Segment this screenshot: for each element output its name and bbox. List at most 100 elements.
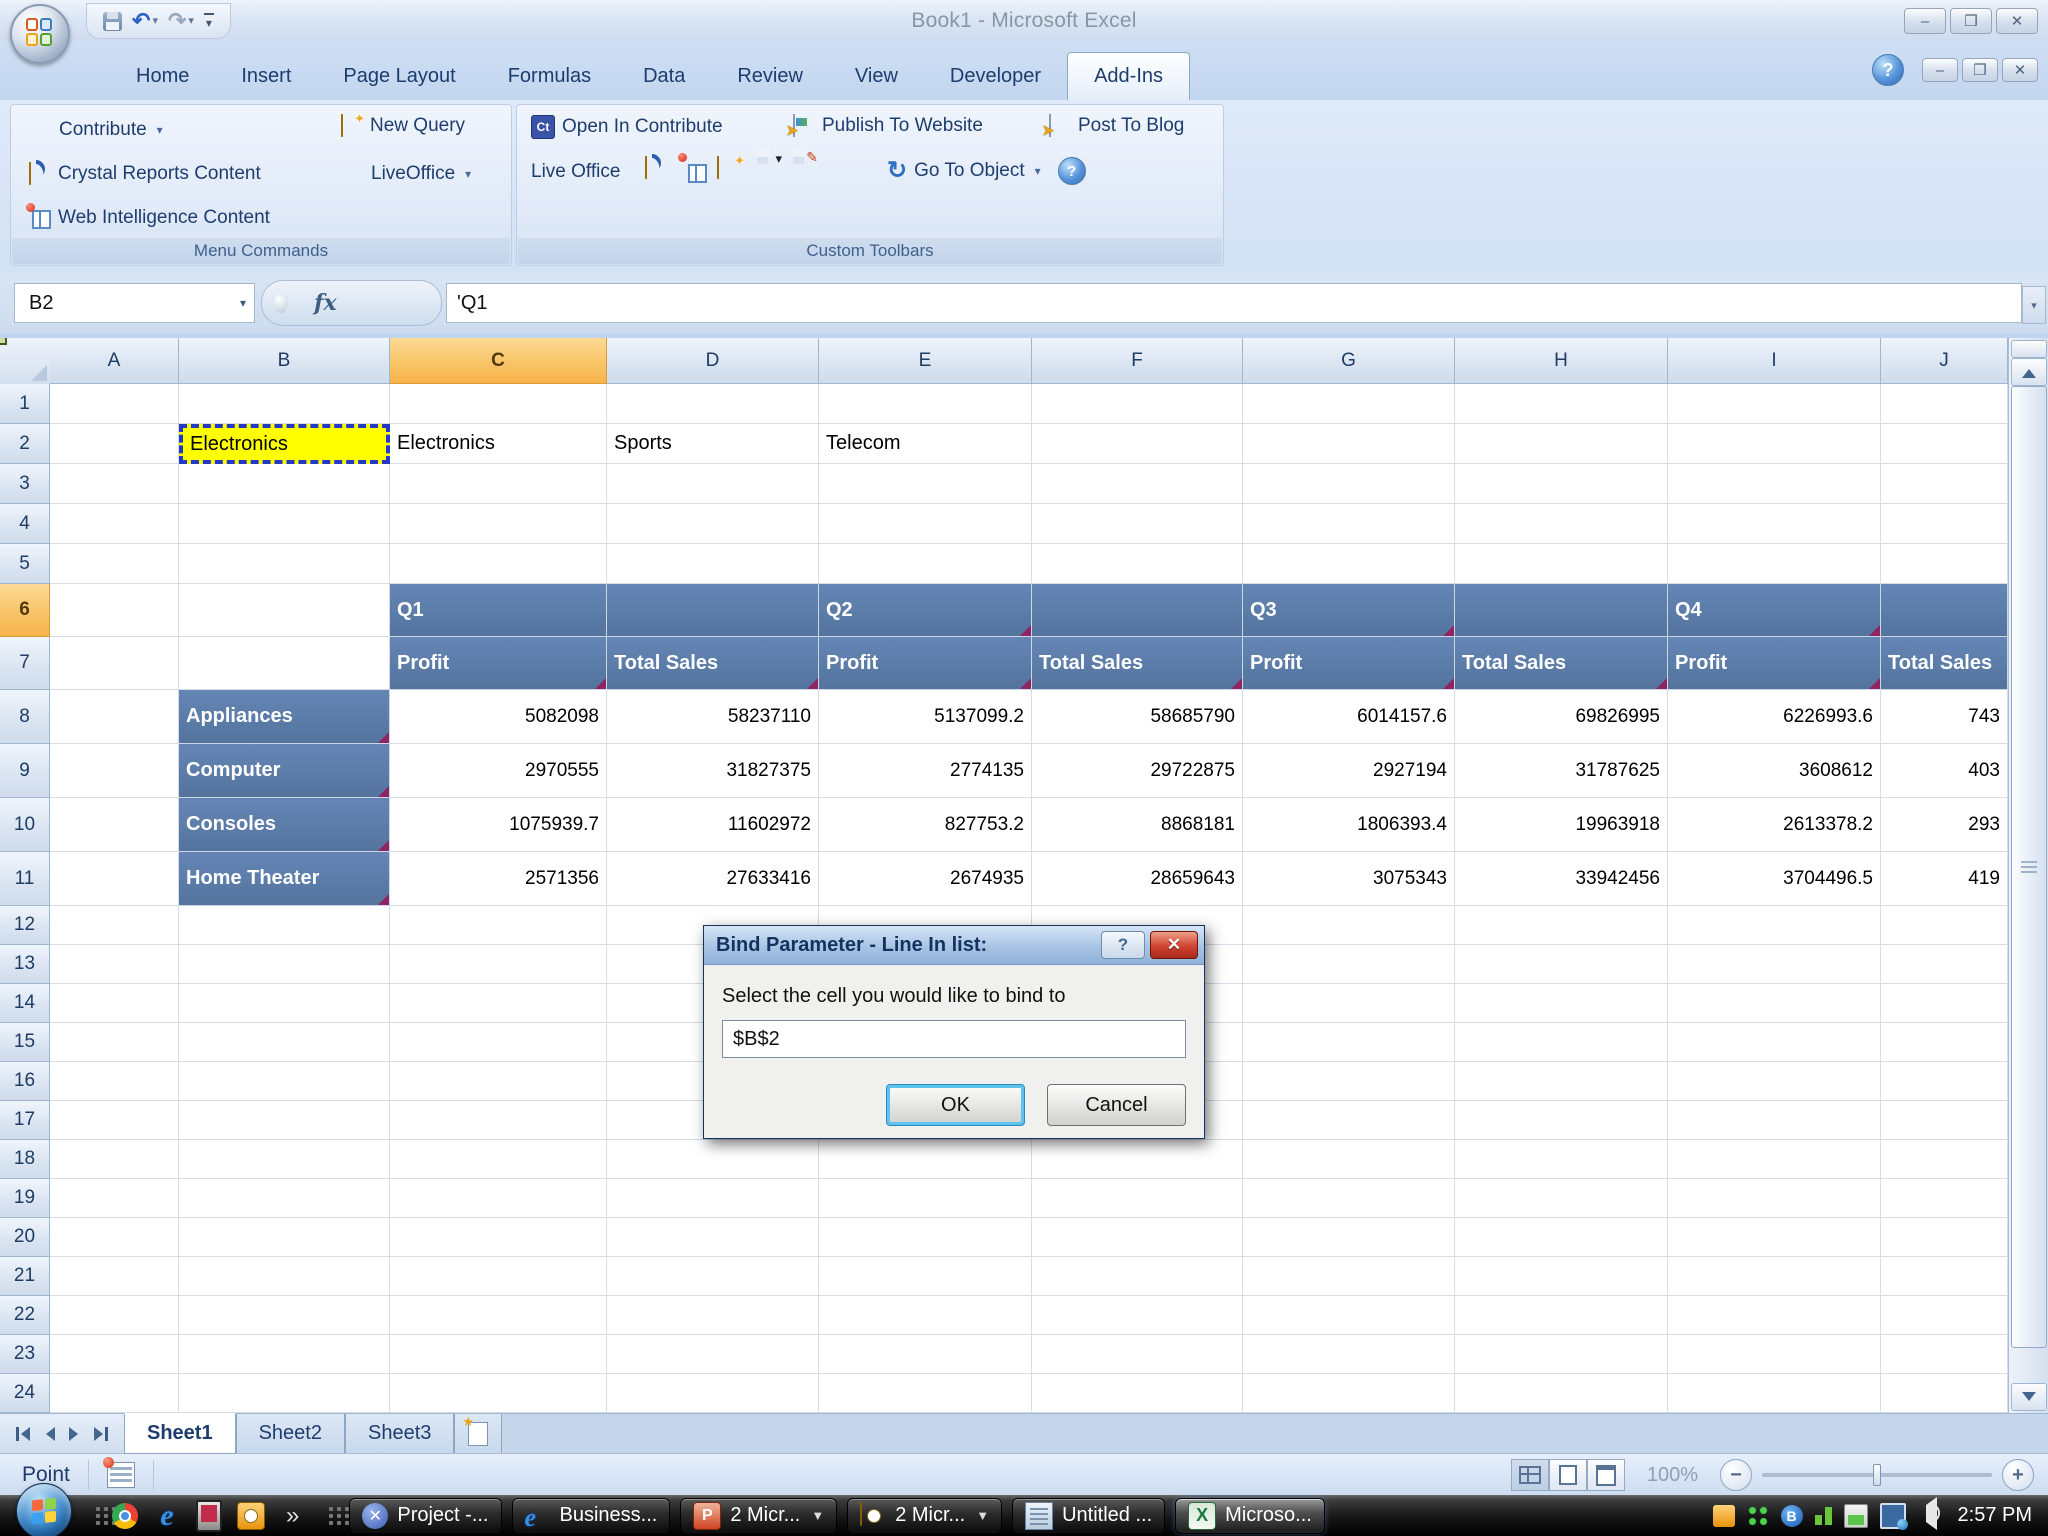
column-header-H[interactable]: H bbox=[1455, 338, 1668, 384]
column-header-F[interactable]: F bbox=[1032, 338, 1243, 384]
quick-launch-grip[interactable] bbox=[96, 1506, 100, 1525]
cell-E9[interactable]: 2774135 bbox=[819, 744, 1032, 798]
cell-C22[interactable] bbox=[390, 1296, 607, 1335]
quick-launch-overflow-button[interactable]: » bbox=[286, 1502, 299, 1530]
group-dropdown-icon[interactable]: ▼ bbox=[811, 1508, 824, 1523]
row-header-18[interactable]: 18 bbox=[0, 1140, 50, 1179]
tab-review[interactable]: Review bbox=[711, 52, 829, 100]
cell-G16[interactable] bbox=[1243, 1062, 1455, 1101]
cell-C24[interactable] bbox=[390, 1374, 607, 1413]
cell-G9[interactable]: 2927194 bbox=[1243, 744, 1455, 798]
cell-F11[interactable]: 28659643 bbox=[1032, 852, 1243, 906]
cell-I20[interactable] bbox=[1668, 1218, 1881, 1257]
cell-I16[interactable] bbox=[1668, 1062, 1881, 1101]
cell-E3[interactable] bbox=[819, 464, 1032, 504]
tab-formulas[interactable]: Formulas bbox=[482, 52, 617, 100]
cell-B20[interactable] bbox=[179, 1218, 390, 1257]
cell-J4[interactable] bbox=[1881, 504, 2008, 544]
cell-B14[interactable] bbox=[179, 984, 390, 1023]
cell-G20[interactable] bbox=[1243, 1218, 1455, 1257]
last-sheet-button[interactable] bbox=[94, 1427, 108, 1441]
cell-G19[interactable] bbox=[1243, 1179, 1455, 1218]
cell-H11[interactable]: 33942456 bbox=[1455, 852, 1668, 906]
cell-D4[interactable] bbox=[607, 504, 819, 544]
first-sheet-button[interactable] bbox=[16, 1427, 30, 1441]
column-header-I[interactable]: I bbox=[1668, 338, 1881, 384]
help-icon[interactable]: ? bbox=[1872, 54, 1904, 86]
cell-J9[interactable]: 403 bbox=[1881, 744, 2008, 798]
cell-J21[interactable] bbox=[1881, 1257, 2008, 1296]
cell-G23[interactable] bbox=[1243, 1335, 1455, 1374]
row-header-6[interactable]: 6 bbox=[0, 584, 50, 637]
column-header-G[interactable]: G bbox=[1243, 338, 1455, 384]
cell-F7[interactable]: Total Sales bbox=[1032, 637, 1243, 690]
cell-D2[interactable]: Sports bbox=[607, 424, 819, 464]
cell-C7[interactable]: Profit bbox=[390, 637, 607, 690]
cell-A3[interactable] bbox=[50, 464, 179, 504]
cell-B15[interactable] bbox=[179, 1023, 390, 1062]
cell-J16[interactable] bbox=[1881, 1062, 2008, 1101]
cell-F20[interactable] bbox=[1032, 1218, 1243, 1257]
cell-E2[interactable]: Telecom bbox=[819, 424, 1032, 464]
cell-H6[interactable] bbox=[1455, 584, 1668, 637]
cell-I12[interactable] bbox=[1668, 906, 1881, 945]
cell-E4[interactable] bbox=[819, 504, 1032, 544]
cell-D7[interactable]: Total Sales bbox=[607, 637, 819, 690]
liveoffice-menu[interactable]: LiveOffice ▾ bbox=[371, 163, 471, 185]
close-button[interactable]: ✕ bbox=[1996, 8, 2038, 34]
cell-A2[interactable] bbox=[50, 424, 179, 464]
zoom-out-button[interactable]: − bbox=[1720, 1459, 1752, 1491]
cell-C17[interactable] bbox=[390, 1101, 607, 1140]
cell-E21[interactable] bbox=[819, 1257, 1032, 1296]
cell-H19[interactable] bbox=[1455, 1179, 1668, 1218]
row-header-4[interactable]: 4 bbox=[0, 504, 50, 544]
cell-G1[interactable] bbox=[1243, 384, 1455, 424]
cell-B6[interactable] bbox=[179, 584, 390, 637]
cell-H23[interactable] bbox=[1455, 1335, 1668, 1374]
tray-network-status-icon[interactable] bbox=[1746, 1504, 1769, 1527]
cell-J17[interactable] bbox=[1881, 1101, 2008, 1140]
row-header-21[interactable]: 21 bbox=[0, 1257, 50, 1296]
cell-G17[interactable] bbox=[1243, 1101, 1455, 1140]
cell-H9[interactable]: 31787625 bbox=[1455, 744, 1668, 798]
scroll-up-button[interactable] bbox=[2011, 358, 2047, 386]
taskbar-button-business[interactable]: e Business... bbox=[511, 1497, 671, 1534]
cell-J3[interactable] bbox=[1881, 464, 2008, 504]
cell-E8[interactable]: 5137099.2 bbox=[819, 690, 1032, 744]
cell-F2[interactable] bbox=[1032, 424, 1243, 464]
cell-G14[interactable] bbox=[1243, 984, 1455, 1023]
scroll-down-button[interactable] bbox=[2011, 1383, 2047, 1411]
page-break-view-button[interactable] bbox=[1586, 1459, 1625, 1491]
cell-C23[interactable] bbox=[390, 1335, 607, 1374]
tab-developer[interactable]: Developer bbox=[924, 52, 1067, 100]
cell-D8[interactable]: 58237110 bbox=[607, 690, 819, 744]
open-in-contribute-button[interactable]: Ct Open In Contribute bbox=[531, 115, 723, 139]
workbook-close-button[interactable]: ✕ bbox=[2002, 58, 2038, 82]
restore-button[interactable]: ❒ bbox=[1950, 8, 1992, 34]
cell-A23[interactable] bbox=[50, 1335, 179, 1374]
cell-I3[interactable] bbox=[1668, 464, 1881, 504]
select-all-corner[interactable] bbox=[0, 338, 51, 385]
macro-recording-icon[interactable] bbox=[102, 1457, 135, 1488]
cell-J19[interactable] bbox=[1881, 1179, 2008, 1218]
vertical-scroll-thumb[interactable] bbox=[2011, 386, 2047, 1348]
cell-J6[interactable] bbox=[1881, 584, 2008, 637]
row-header-23[interactable]: 23 bbox=[0, 1335, 50, 1374]
taskbar-button-outlook-group[interactable]: 2 Micr... ▼ bbox=[847, 1497, 1003, 1534]
taskbar-grip[interactable] bbox=[329, 1506, 334, 1525]
cell-B4[interactable] bbox=[179, 504, 390, 544]
cell-A14[interactable] bbox=[50, 984, 179, 1023]
cell-J12[interactable] bbox=[1881, 906, 2008, 945]
cell-D6[interactable] bbox=[607, 584, 819, 637]
row-header-3[interactable]: 3 bbox=[0, 464, 50, 504]
phone-app-icon[interactable] bbox=[194, 1499, 224, 1532]
taskbar-button-powerpoint-group[interactable]: P 2 Micr... ▼ bbox=[680, 1497, 838, 1534]
cell-I5[interactable] bbox=[1668, 544, 1881, 584]
cell-A24[interactable] bbox=[50, 1374, 179, 1413]
column-header-D[interactable]: D bbox=[607, 338, 819, 384]
cell-B5[interactable] bbox=[179, 544, 390, 584]
cell-H13[interactable] bbox=[1455, 945, 1668, 984]
cell-D11[interactable]: 27633416 bbox=[607, 852, 819, 906]
cell-F1[interactable] bbox=[1032, 384, 1243, 424]
crystal-reports-content-button[interactable]: Crystal Reports Content bbox=[23, 156, 261, 185]
